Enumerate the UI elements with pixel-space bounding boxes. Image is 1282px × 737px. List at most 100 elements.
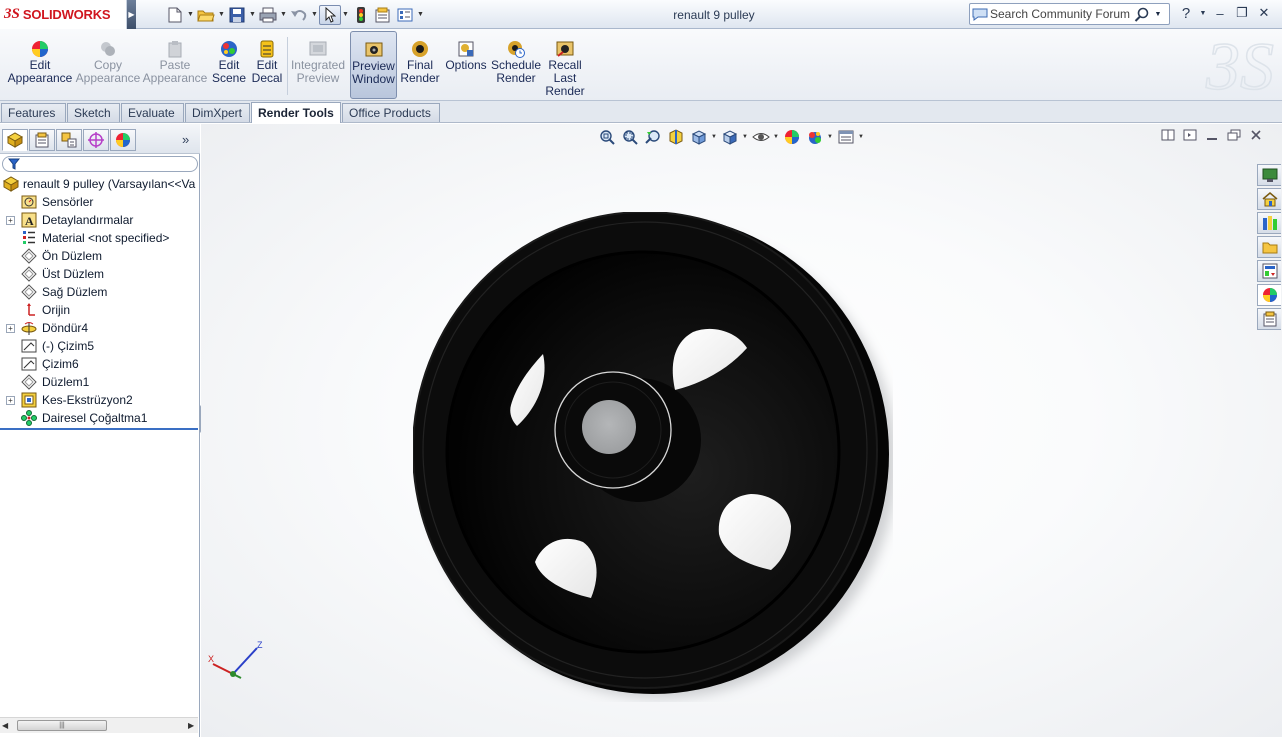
select-arrow-icon[interactable] [319,4,341,25]
search-icon[interactable] [1130,7,1152,22]
hide-show-items-icon[interactable] [750,128,772,146]
zoom-to-area-icon[interactable] [619,128,641,146]
edit-appearance-button[interactable]: Edit Appearance [8,31,72,99]
save-dropdown-icon[interactable]: ▼ [248,11,257,18]
recall-last-render-button[interactable]: Recall Last Render [545,31,585,99]
select-dropdown-icon[interactable]: ▼ [341,11,350,18]
paste-appearance-button[interactable]: Paste Appearance [143,31,207,99]
minimize-icon[interactable] [1203,127,1221,142]
previous-view-icon[interactable] [642,128,664,146]
new-document-icon[interactable] [164,5,186,25]
display-style-icon[interactable] [719,128,741,146]
save-icon[interactable] [226,5,248,25]
tree-filter[interactable] [2,156,198,172]
undo-icon[interactable] [288,5,310,25]
tree-item-sketch5[interactable]: (-) Çizim5 [0,337,198,355]
tree-item-right-plane[interactable]: Sağ Düzlem [0,283,198,301]
schedule-render-button[interactable]: Schedule Render [490,31,542,99]
configurationmanager-icon[interactable] [56,129,82,151]
file-explorer-icon[interactable] [1257,236,1281,258]
tree-item-annotations[interactable]: + A Detaylandırmalar [0,211,198,229]
displaymanager-icon[interactable] [110,129,136,151]
tile-horizontal-icon[interactable] [1159,127,1177,142]
view-settings-dropdown-icon[interactable]: ▼ [858,134,865,140]
graphics-area[interactable]: ▼ ▼ ▼ ▼ ▼ Z X [201,124,1282,737]
design-library-icon[interactable] [1257,212,1281,234]
rollback-bar[interactable] [0,428,198,430]
tree-item-plane1[interactable]: Düzlem1 [0,373,198,391]
view-orientation-dropdown-icon[interactable]: ▼ [711,134,718,140]
edit-appearance-icon[interactable] [781,128,803,146]
tab-dimxpert[interactable]: DimXpert [185,103,250,122]
edit-scene-button[interactable]: Edit Scene [210,31,248,99]
close-window-button[interactable]: ✕ [1254,4,1274,22]
tree-item-material[interactable]: Material <not specified> [0,229,198,247]
restore-window-button[interactable]: ❐ [1232,4,1252,22]
tab-render-tools[interactable]: Render Tools [251,102,341,123]
file-properties-icon[interactable] [372,5,394,25]
view-palette-icon[interactable] [1257,260,1281,282]
tree-item-circular-pattern1[interactable]: Dairesel Çoğaltma1 [0,409,198,427]
scroll-thumb[interactable]: ||| [17,720,107,731]
final-render-button[interactable]: Final Render [399,31,441,99]
scroll-right-icon[interactable]: ▶ [188,721,194,730]
search-input[interactable] [990,7,1130,21]
print-icon[interactable] [257,5,279,25]
home-icon[interactable] [1257,188,1281,210]
menu-expand-arrow-icon[interactable]: ▶ [127,0,136,29]
view-orientation-icon[interactable] [688,128,710,146]
pulley-model[interactable] [413,212,893,702]
tree-item-sensors[interactable]: Sensörler [0,193,198,211]
help-dropdown-icon[interactable]: ▼ [1198,4,1208,22]
expand-toggle-icon[interactable]: + [6,395,15,405]
hide-show-dropdown-icon[interactable]: ▼ [773,134,780,140]
propertymanager-icon[interactable] [29,129,55,151]
tree-item-front-plane[interactable]: Ön Düzlem [0,247,198,265]
options-dropdown-icon[interactable]: ▼ [416,11,425,18]
rebuild-traffic-light-icon[interactable] [350,5,372,25]
tile-vertical-icon[interactable] [1181,127,1199,142]
restore-icon[interactable] [1225,127,1243,142]
integrated-preview-button[interactable]: Integrated Preview [289,31,347,99]
render-options-button[interactable]: Options [444,31,488,99]
appearances-scenes-icon[interactable] [1257,284,1281,306]
options-icon[interactable] [394,5,416,25]
custom-properties-icon[interactable] [1257,308,1281,330]
horizontal-scrollbar[interactable]: ◀ ||| ▶ [0,717,198,733]
tree-item-cut-extrude2[interactable]: + Kes-Ekstrüzyon2 [0,391,198,409]
new-dropdown-icon[interactable]: ▼ [186,11,195,18]
open-folder-icon[interactable] [195,5,217,25]
tree-item-top-plane[interactable]: Üst Düzlem [0,265,198,283]
view-settings-icon[interactable] [835,128,857,146]
more-panels-icon[interactable]: » [182,132,189,147]
expand-toggle-icon[interactable]: + [6,215,15,225]
preview-window-button[interactable]: Preview Window [350,31,397,99]
solidworks-logo[interactable]: 3S SOLIDWORKS [0,0,127,29]
close-icon[interactable] [1247,127,1265,142]
tab-features[interactable]: Features [1,103,66,122]
tree-root-part[interactable]: renault 9 pulley (Varsayılan<<Va [0,175,198,193]
help-icon[interactable]: ? [1176,4,1196,22]
tree-item-origin[interactable]: Orijin [0,301,198,319]
zoom-to-fit-icon[interactable] [596,128,618,146]
apply-scene-icon[interactable] [804,128,826,146]
copy-appearance-button[interactable]: Copy Appearance [76,31,140,99]
expand-toggle-icon[interactable]: + [6,323,15,333]
open-dropdown-icon[interactable]: ▼ [217,11,226,18]
scroll-left-icon[interactable]: ◀ [2,721,8,730]
display-style-dropdown-icon[interactable]: ▼ [742,134,749,140]
section-view-icon[interactable] [665,128,687,146]
tree-item-revolve4[interactable]: + Döndür4 [0,319,198,337]
solidworks-resources-icon[interactable] [1257,164,1281,186]
tree-item-sketch6[interactable]: Çizim6 [0,355,198,373]
undo-dropdown-icon[interactable]: ▼ [310,11,319,18]
tab-office-products[interactable]: Office Products [342,103,440,122]
tab-evaluate[interactable]: Evaluate [121,103,184,122]
search-dropdown-icon[interactable]: ▼ [1152,11,1164,18]
tab-sketch[interactable]: Sketch [67,103,120,122]
featuremanager-tree-icon[interactable] [2,129,28,151]
edit-decal-button[interactable]: Edit Decal [249,31,285,99]
dimxpertmanager-icon[interactable] [83,129,109,151]
minimize-window-button[interactable]: – [1210,4,1230,22]
print-dropdown-icon[interactable]: ▼ [279,11,288,18]
